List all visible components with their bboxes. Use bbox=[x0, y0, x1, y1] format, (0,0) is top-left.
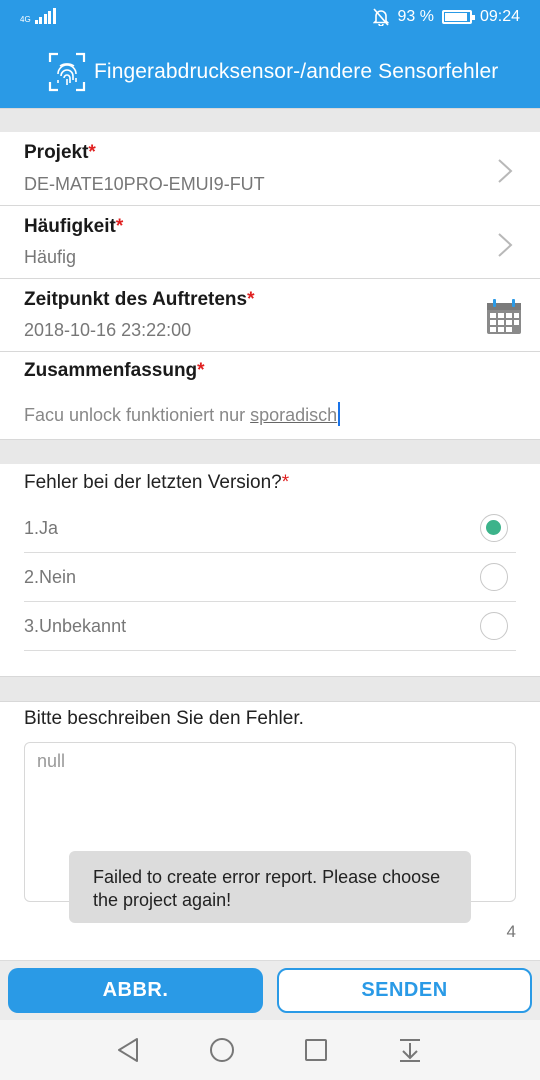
status-bar: 4G 93 % 09:24 bbox=[0, 0, 540, 36]
section-divider bbox=[0, 676, 540, 702]
occurrence-time-label: Zeitpunkt des Auftretens* bbox=[24, 289, 255, 310]
battery-icon bbox=[441, 10, 475, 24]
frequency-label: Häufigkeit* bbox=[24, 216, 124, 237]
description-label: Bitte beschreiben Sie den Fehler. bbox=[24, 708, 304, 729]
frequency-value: Häufig bbox=[24, 247, 77, 267]
notification-pull-icon[interactable] bbox=[398, 1037, 422, 1063]
description-placeholder: null bbox=[37, 751, 66, 771]
fingerprint-scan-icon bbox=[48, 52, 86, 92]
summary-label: Zusammenfassung* bbox=[24, 360, 205, 381]
app-bar: Fingerabdrucksensor-/andere Sensorfehler bbox=[0, 36, 540, 108]
option-yes[interactable]: 1.Ja bbox=[24, 504, 516, 553]
project-field[interactable]: Projekt* DE-MATE10PRO-EMUI9-FUT bbox=[0, 132, 540, 206]
option-no[interactable]: 2.Nein bbox=[24, 553, 516, 602]
calendar-icon[interactable] bbox=[486, 299, 522, 335]
summary-input[interactable]: Facu unlock funktioniert nur sporadisch bbox=[24, 402, 341, 426]
occurrence-time-field[interactable]: Zeitpunkt des Auftretens* 2018-10-16 23:… bbox=[0, 279, 540, 352]
option-unknown[interactable]: 3.Unbekannt bbox=[24, 602, 516, 651]
action-bar: ABBR. SENDEN bbox=[0, 960, 540, 1020]
cancel-button[interactable]: ABBR. bbox=[8, 968, 263, 1013]
page-title: Fingerabdrucksensor-/andere Sensorfehler bbox=[94, 60, 499, 83]
error-toast: Failed to create error report. Please ch… bbox=[69, 851, 471, 923]
section-divider bbox=[0, 439, 540, 465]
recent-apps-icon[interactable] bbox=[304, 1037, 328, 1063]
radio-unselected-icon[interactable] bbox=[480, 612, 508, 640]
last-version-question: Fehler bei der letzten Version?* 1.Ja 2.… bbox=[0, 464, 540, 676]
question-title: Fehler bei der letzten Version?* bbox=[24, 472, 290, 493]
project-value: DE-MATE10PRO-EMUI9-FUT bbox=[24, 174, 265, 194]
occurrence-time-value: 2018-10-16 23:22:00 bbox=[24, 320, 192, 340]
system-navigation-bar bbox=[0, 1020, 540, 1080]
frequency-field[interactable]: Häufigkeit* Häufig bbox=[0, 206, 540, 279]
character-counter: 4 bbox=[506, 922, 516, 941]
summary-field[interactable]: Zusammenfassung* Facu unlock funktionier… bbox=[0, 352, 540, 439]
network-indicator: 4G bbox=[20, 8, 56, 24]
battery-percent: 93 % bbox=[397, 8, 434, 25]
home-icon[interactable] bbox=[209, 1037, 235, 1063]
chevron-right-icon bbox=[498, 233, 513, 257]
mute-bell-icon bbox=[373, 8, 390, 26]
back-icon[interactable] bbox=[116, 1037, 140, 1063]
section-divider bbox=[0, 108, 540, 133]
text-cursor bbox=[338, 402, 341, 426]
radio-unselected-icon[interactable] bbox=[480, 563, 508, 591]
clock: 09:24 bbox=[479, 8, 520, 25]
network-type: 4G bbox=[20, 15, 31, 24]
radio-selected-icon[interactable] bbox=[480, 514, 508, 542]
project-label: Projekt* bbox=[24, 142, 96, 163]
send-button[interactable]: SENDEN bbox=[277, 968, 532, 1013]
signal-icon bbox=[34, 8, 56, 24]
chevron-right-icon bbox=[498, 159, 513, 183]
